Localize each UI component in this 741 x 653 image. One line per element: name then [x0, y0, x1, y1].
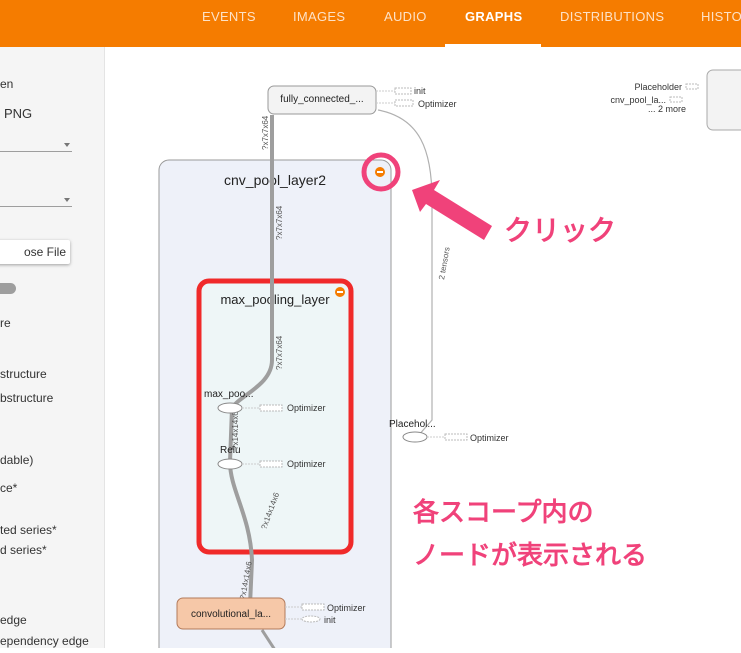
edge-shape-label: ?x7x7x64 [275, 335, 284, 370]
legend-instance-label: ce* [0, 481, 18, 495]
aux-input-icon [669, 96, 683, 103]
placeholder-op-node[interactable] [402, 431, 428, 443]
graph-canvas[interactable]: Placeholder cnv_pool_la... ... 2 more cn… [105, 47, 741, 653]
relu-optimizer-label: Optimizer [287, 459, 326, 469]
cnv-pool-layer2-title: cnv_pool_layer2 [224, 172, 326, 188]
max-pooling-layer-scope[interactable] [196, 278, 354, 555]
download-png-link[interactable]: PNG [4, 106, 32, 121]
caption-line-2: ノードが表示される [413, 540, 647, 570]
fc-optimizer-label: Optimizer [418, 99, 457, 109]
top-nav-bar: EVENTS IMAGES AUDIO GRAPHS DISTRIBUTIONS… [0, 0, 741, 47]
aux-node-icon [444, 433, 468, 441]
max-pooling-layer-title: max_pooling_layer [220, 292, 330, 307]
max-pool-optimizer-label: Optimizer [287, 403, 326, 413]
choose-file-button[interactable]: ose File [0, 240, 70, 264]
placeholder-op-label: Placehol... [389, 419, 436, 430]
legend-expandable-label: dable) [0, 453, 34, 467]
relu-op-label: Relu [220, 445, 241, 456]
aux-node-icon [259, 460, 283, 468]
tab-events[interactable]: EVENTS [202, 0, 256, 47]
input-more-label: ... 2 more [648, 104, 686, 114]
convolutional-layer-label: convolutional_la... [191, 609, 271, 620]
minus-glyph [377, 171, 383, 173]
conv-init-label: init [324, 615, 336, 625]
aux-node-icon [394, 87, 412, 95]
trace-inputs-toggle[interactable] [0, 283, 16, 294]
max-pool-op-node[interactable] [217, 402, 243, 414]
aux-input-icon [685, 83, 699, 90]
legend-structure-label: structure [0, 367, 47, 381]
fully-connected-node-label: fully_connected_... [280, 94, 363, 105]
color-texture-label: re [0, 316, 11, 330]
legend-control-dependency-edge-label: ependency edge [0, 634, 89, 648]
tab-histograms[interactable]: HISTO [701, 0, 741, 47]
aux-node-icon [394, 99, 414, 107]
max-pool-op-label: max_poo... [204, 389, 253, 400]
placeholder-optimizer-label: Optimizer [470, 433, 509, 443]
legend-unconnected-series-label: ted series* [0, 523, 57, 537]
tab-images[interactable]: IMAGES [293, 0, 345, 47]
relu-op-node[interactable] [217, 458, 243, 470]
click-annotation: クリック [504, 215, 616, 246]
legend-substructure-label: bstructure [0, 391, 54, 405]
tab-graphs[interactable]: GRAPHS [465, 0, 522, 47]
annotation-arrow [412, 180, 492, 240]
tensors-edge-label: 2 tensors [437, 246, 452, 280]
run-select[interactable] [0, 151, 72, 152]
aux-node-icon [301, 603, 325, 611]
edge-shape-label: ?x7x7x64 [275, 205, 284, 240]
chevron-down-icon [64, 198, 70, 202]
tab-distributions[interactable]: DISTRIBUTIONS [560, 0, 664, 47]
legend-dataflow-edge-label: edge [0, 613, 27, 627]
conv-optimizer-label: Optimizer [327, 603, 366, 613]
legend-connected-series-label: d series* [0, 543, 47, 557]
graph-controls-sidebar: en PNG ose File re structure bstructure … [0, 47, 105, 648]
aux-node-icon [301, 615, 321, 623]
edge-shape-label: ?x7x7x64 [261, 115, 270, 150]
fit-to-screen-link[interactable]: en [0, 77, 13, 91]
top-right-group-node[interactable] [706, 69, 741, 131]
fc-init-label: init [414, 86, 426, 96]
caption-line-1: 各スコープ内の [412, 497, 593, 527]
chevron-down-icon [64, 143, 70, 147]
input-placeholder-label: Placeholder [634, 82, 682, 92]
session-select[interactable] [0, 206, 72, 207]
minus-glyph [337, 291, 343, 293]
aux-node-icon [259, 404, 283, 412]
tab-audio[interactable]: AUDIO [384, 0, 427, 47]
